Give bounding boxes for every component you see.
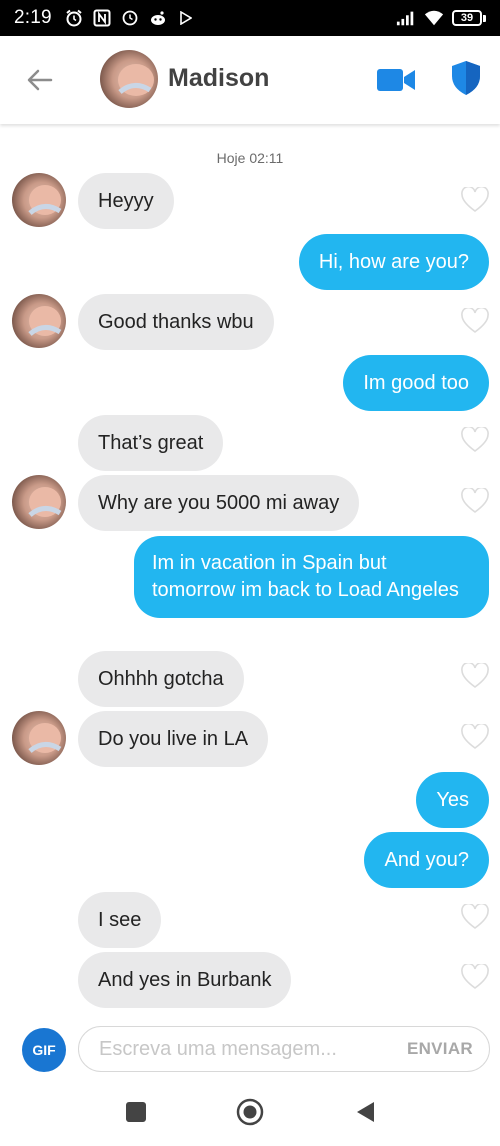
message-incoming: Why are you 5000 mi away [78, 475, 360, 531]
heart-icon[interactable] [461, 962, 489, 990]
status-bar: 2:19 39 [0, 0, 500, 36]
system-nav-bar [0, 1078, 500, 1146]
alarm-icon [64, 8, 84, 28]
message-bubble[interactable]: Im good too [343, 355, 489, 411]
back-arrow-icon[interactable] [24, 64, 56, 96]
message-bubble[interactable]: And you? [364, 832, 489, 888]
message-incoming: Good thanks wbu [78, 294, 274, 350]
message-bubble[interactable]: Yes [416, 772, 489, 828]
heart-icon[interactable] [461, 722, 489, 750]
message-bubble[interactable]: And yes in Burbank [78, 952, 292, 1008]
message-incoming: Do you live in LA [78, 711, 269, 767]
heart-icon[interactable] [461, 486, 489, 514]
message-bubble[interactable]: Hi, how are you? [298, 234, 489, 290]
sender-avatar[interactable] [12, 475, 66, 529]
shield-icon[interactable] [450, 60, 482, 96]
sender-avatar[interactable] [12, 711, 66, 765]
message-incoming: And yes in Burbank [78, 952, 292, 1008]
message-bubble[interactable]: Do you live in LA [78, 711, 269, 767]
message-input-wrapper: ENVIAR [78, 1026, 490, 1072]
heart-icon[interactable] [461, 185, 489, 213]
date-stamp: Hoje 02:11 [216, 150, 284, 166]
sender-avatar[interactable] [12, 294, 66, 348]
message-bubble[interactable]: Good thanks wbu [78, 294, 274, 350]
video-call-icon[interactable] [376, 66, 416, 94]
nfc-icon [92, 8, 112, 28]
message-outgoing: Hi, how are you? [298, 234, 489, 290]
message-bubble[interactable]: Im in vacation in Spain but tomorrow im … [134, 536, 489, 618]
message-bubble[interactable]: Heyyy [78, 173, 174, 229]
message-incoming: That’s great [78, 415, 224, 471]
message-outgoing: Yes [416, 772, 489, 828]
message-bubble[interactable]: I see [78, 892, 162, 948]
nav-back-icon[interactable] [354, 1100, 376, 1124]
message-outgoing: Im good too [343, 355, 489, 411]
message-incoming: I see [78, 892, 162, 948]
play-store-icon [176, 8, 196, 28]
clock-icon [120, 8, 140, 28]
reddit-icon [148, 8, 168, 28]
message-incoming: Heyyy [78, 173, 174, 229]
nav-home-icon[interactable] [236, 1098, 264, 1126]
message-input[interactable] [99, 1037, 389, 1061]
message-bubble[interactable]: Why are you 5000 mi away [78, 475, 360, 531]
chat-header: Madison [0, 36, 500, 124]
battery-icon: 39 [452, 10, 486, 26]
message-outgoing: Im in vacation in Spain but tomorrow im … [134, 536, 489, 618]
nav-recents-icon[interactable] [126, 1102, 146, 1122]
message-outgoing: And you? [364, 832, 489, 888]
heart-icon[interactable] [461, 902, 489, 930]
gif-button[interactable]: GIF [22, 1028, 66, 1072]
contact-name[interactable]: Madison [168, 64, 269, 93]
status-time: 2:19 [14, 7, 52, 28]
message-bubble[interactable]: Ohhhh gotcha [78, 651, 244, 707]
message-incoming: Ohhhh gotcha [78, 651, 244, 707]
sender-avatar[interactable] [12, 173, 66, 227]
wifi-icon [424, 8, 444, 28]
signal-icon [396, 8, 416, 28]
contact-avatar[interactable] [100, 50, 158, 108]
heart-icon[interactable] [461, 661, 489, 689]
message-composer: GIF ENVIAR [0, 1020, 500, 1078]
send-button[interactable]: ENVIAR [407, 1039, 473, 1059]
heart-icon[interactable] [461, 425, 489, 453]
message-list[interactable]: Hoje 02:11 Heyyy Hi, how are you? Good t… [0, 124, 500, 1020]
heart-icon[interactable] [461, 306, 489, 334]
message-bubble[interactable]: That’s great [78, 415, 224, 471]
